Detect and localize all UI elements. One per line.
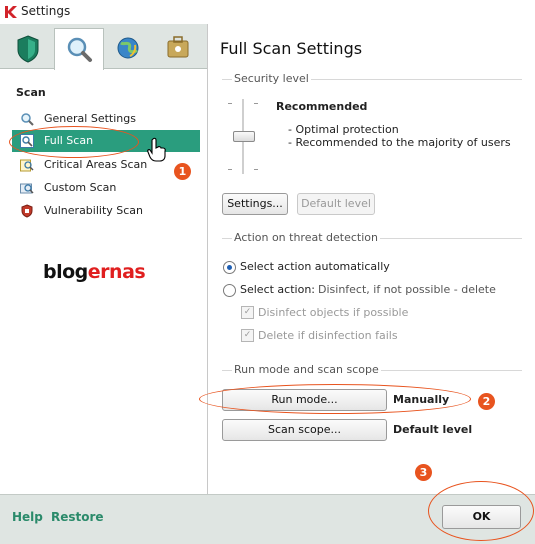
tab-advanced[interactable] (154, 28, 202, 68)
help-link[interactable]: Help (12, 510, 43, 524)
radio-auto-action[interactable] (223, 261, 236, 274)
radio-auto-label: Select action automatically (240, 260, 390, 273)
radio-manual-label: Select action: (240, 283, 315, 296)
settings-panel: Full Scan Settings Security level Recomm… (208, 24, 535, 494)
run-mode-group: Run mode and scan scope (222, 363, 522, 377)
magnifier-icon (21, 113, 34, 126)
category-tabs (0, 24, 207, 70)
security-level-group: Security level (222, 72, 522, 86)
briefcase-icon (167, 36, 189, 58)
shield-icon (17, 35, 39, 63)
security-level-desc: - Recommended to the majority of users (288, 136, 511, 149)
section-title: Scan (16, 86, 46, 99)
checkbox-disinfect[interactable]: ✓ (241, 306, 254, 319)
nav-item-custom-scan[interactable]: Custom Scan (12, 177, 200, 199)
window-title: Settings (21, 4, 71, 18)
highlight-ellipse (428, 481, 534, 541)
nav-item-vulnerability-scan[interactable]: Vulnerability Scan (12, 200, 200, 222)
restore-link[interactable]: Restore (51, 510, 104, 524)
kaspersky-logo-icon (5, 6, 17, 18)
left-panel: Scan General Settings Full Scan Critical… (0, 24, 208, 494)
checkbox-disinfect-label: Disinfect objects if possible (258, 306, 409, 319)
slider-thumb[interactable] (233, 131, 255, 142)
scan-scope-value: Default level (393, 423, 473, 436)
group-legend: Run mode and scan scope (232, 363, 381, 376)
globe-icon (117, 37, 139, 59)
page-title: Full Scan Settings (220, 39, 363, 58)
radio-manual-value: Disinfect, if not possible - delete (318, 283, 496, 296)
annotation-number: 3 (415, 464, 432, 481)
tab-scan[interactable] (54, 28, 104, 70)
nav-item-label: Custom Scan (44, 181, 117, 194)
group-legend: Action on threat detection (232, 231, 380, 244)
highlight-ellipse (199, 384, 471, 414)
nav-item-label: Critical Areas Scan (44, 158, 148, 171)
scan-scope-button[interactable]: Scan scope... (222, 419, 387, 441)
annotation-number: 1 (174, 163, 191, 180)
security-level-desc: - Optimal protection (288, 123, 399, 136)
group-legend: Security level (232, 72, 311, 85)
brand-watermark: blogernas (43, 261, 146, 283)
checkbox-delete-label: Delete if disinfection fails (258, 329, 398, 342)
tab-protection[interactable] (4, 28, 52, 68)
critical-scan-icon (20, 159, 34, 172)
security-level-slider[interactable] (228, 99, 258, 179)
security-level-name: Recommended (276, 100, 368, 113)
settings-button[interactable]: Settings... (222, 193, 288, 215)
checkbox-delete[interactable]: ✓ (241, 329, 254, 342)
threat-action-group: Action on threat detection (222, 231, 522, 245)
highlight-ellipse (9, 126, 139, 158)
custom-scan-icon (20, 183, 34, 194)
vulnerability-icon (21, 204, 33, 218)
tab-update[interactable] (104, 28, 152, 68)
default-level-button[interactable]: Default level (297, 193, 375, 215)
title-bar: Settings (0, 0, 535, 25)
annotation-number: 2 (478, 393, 495, 410)
nav-item-label: General Settings (44, 112, 136, 125)
nav-item-label: Vulnerability Scan (44, 204, 144, 217)
nav-item-general-settings[interactable]: General Settings (12, 108, 200, 130)
hand-cursor-icon (147, 137, 166, 162)
radio-manual-action[interactable] (223, 284, 236, 297)
magnifier-icon (67, 37, 92, 62)
nav-item-critical-areas-scan[interactable]: Critical Areas Scan (12, 154, 200, 176)
